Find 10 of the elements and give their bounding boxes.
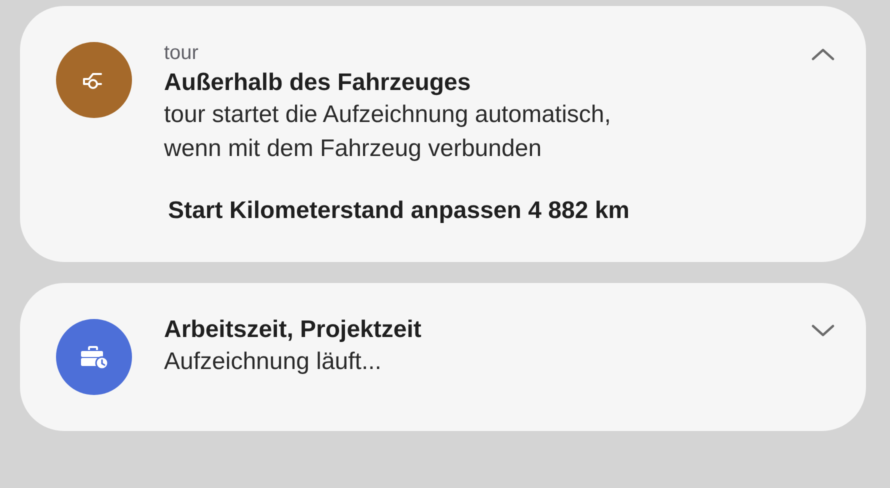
notification-title: Arbeitszeit, Projektzeit — [164, 315, 422, 345]
notification-text: wenn mit dem Fahrzeug verbunden — [164, 134, 543, 164]
odometer-action-button[interactable]: Start Kilometerstand anpassen 4 882 km — [168, 196, 630, 226]
notification-card[interactable]: tour Außerhalb des Fahrzeuges tour startet die Aufzeichnung automatisch, wenn mit dem Fahrzeug verbunden Start Kilometerstand anpassen 4 882 km — [20, 6, 866, 262]
notification-card[interactable]: Arbeitszeit, Projektzeit Aufzeichnung läuft... — [20, 283, 866, 431]
app-name: tour — [164, 41, 200, 66]
briefcase-clock-icon — [79, 344, 109, 370]
notification-text: Aufzeichnung läuft... — [164, 347, 382, 377]
notification-title: Außerhalb des Fahrzeuges — [164, 68, 472, 98]
notification-text: tour startet die Aufzeichnung automatisch, — [164, 100, 612, 130]
